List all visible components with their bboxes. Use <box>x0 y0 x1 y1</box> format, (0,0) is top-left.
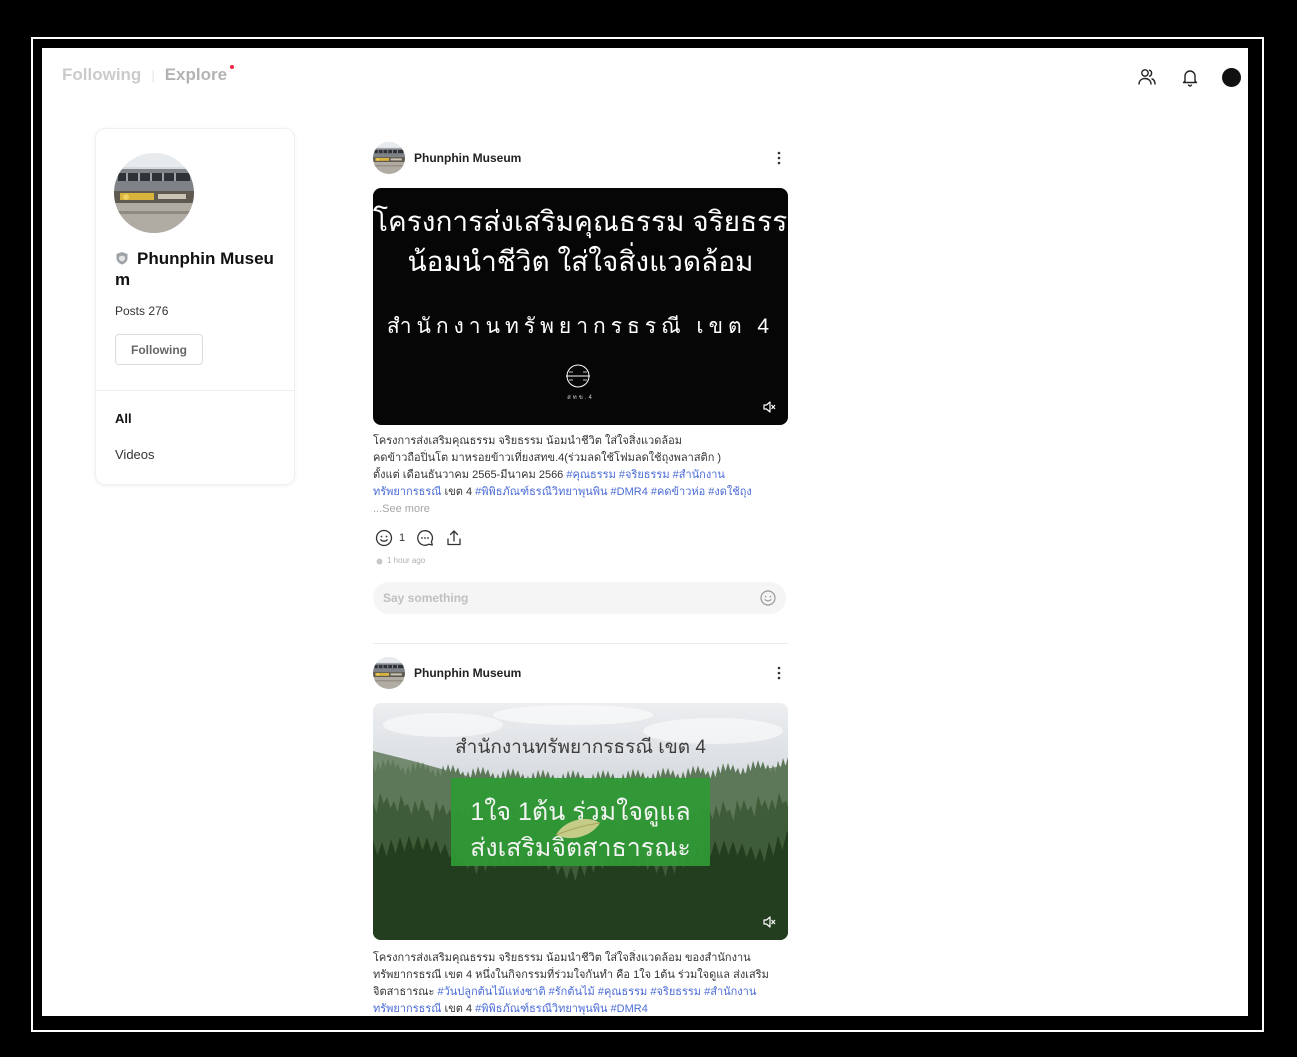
posts-count: 276 <box>148 304 169 318</box>
reaction-count: 1 <box>399 532 406 544</box>
caption-text: คดข้าวถือปิ่นโต มาหรอยข้าวเที่ยงสทข.4(ร่… <box>373 452 722 464</box>
caption-text: เขต 4 <box>441 1003 476 1015</box>
video-title-line: โครงการส่งเสริมคุณธรรม จริยธรรม <box>373 206 788 237</box>
app-window: Following | Explore Phunphin Museum Post… <box>42 48 1248 1016</box>
more-options-icon[interactable] <box>776 151 782 165</box>
profile-card: Phunphin Museum Posts 276 Following All … <box>95 128 295 485</box>
posts-label: Posts <box>115 304 146 318</box>
emoji-icon[interactable] <box>759 589 777 607</box>
agency-logo-icon <box>565 363 591 389</box>
caption-text: โครงการส่งเสริมคุณธรรม จริยธรรม น้อมนำชี… <box>373 435 682 447</box>
profile-post-count: Posts 276 <box>115 304 168 318</box>
hashtag-link[interactable]: #พิพิธภัณฑ์ธรณีวิทยาพุนพิน #DMR4 <box>475 1003 648 1015</box>
caption-line: ทรัพยากรธรณี เขต 4 #พิพิธภัณฑ์ธรณีวิทยาพ… <box>373 484 788 501</box>
shield-icon <box>115 251 129 265</box>
comment-icon[interactable] <box>416 529 434 547</box>
card-divider <box>96 390 294 391</box>
caption-text: โครงการส่งเสริมคุณธรรม จริยธรรม น้อมนำชี… <box>373 952 751 964</box>
mute-icon[interactable] <box>762 915 776 929</box>
see-more-link[interactable]: ...See more <box>373 501 788 518</box>
filter-all[interactable]: All <box>115 410 132 428</box>
caption-text: ตั้งแต่ เดือนธันวาคม 2565-มีนาคม 2566 <box>373 469 567 481</box>
filter-videos[interactable]: Videos <box>115 446 155 464</box>
video-overlay-title: สำนักงานทรัพยากรธรณี เขต 4 <box>455 737 706 758</box>
post-caption: โครงการส่งเสริมคุณธรรม จริยธรรม น้อมนำชี… <box>373 950 788 1016</box>
hashtag-link[interactable]: ทรัพยากรธรณี <box>373 486 441 498</box>
post-author-avatar[interactable] <box>373 657 405 689</box>
caption-line: ทรัพยากรธรณี เขต 4 หนึ่งในกิจกรรมที่ร่วม… <box>373 967 788 984</box>
video-title-line: น้อมนำชีวิต ใส่ใจสิ่งแวดล้อม <box>407 246 754 277</box>
post-author-name[interactable]: Phunphin Museum <box>414 151 521 165</box>
profile-name: Phunphin Museum <box>115 248 278 290</box>
user-avatar[interactable] <box>1222 68 1241 87</box>
timestamp-text: 1 hour ago <box>387 556 426 565</box>
hashtag-link[interactable]: #คุณธรรม #จริยธรรม #สำนักงาน <box>566 469 725 481</box>
caption-line: คดข้าวถือปิ่นโต มาหรอยข้าวเที่ยงสทข.4(ร่… <box>373 450 788 467</box>
post-divider <box>373 643 788 644</box>
notification-dot <box>230 65 235 69</box>
video-player[interactable]: สำนักงานทรัพยากรธรณี เขต 4 1ใจ 1ต้น ร่วม… <box>373 703 788 940</box>
post-author-name[interactable]: Phunphin Museum <box>414 666 521 680</box>
bell-icon[interactable] <box>1180 67 1200 87</box>
smile-icon[interactable] <box>375 529 393 547</box>
mute-icon[interactable] <box>762 400 776 414</box>
tab-separator: | <box>151 67 155 83</box>
video-title-overlay: โครงการส่งเสริมคุณธรรม จริยธรรม น้อมนำชี… <box>373 202 788 282</box>
caption-text: เขต 4 <box>441 486 476 498</box>
video-subtitle: สำนักงานทรัพยากรธรณี เขต 4 <box>386 315 775 338</box>
hashtag-link[interactable]: #พิพิธภัณฑ์ธรณีวิทยาพุนพิน #DMR4 #คดข้าว… <box>475 486 752 498</box>
video-player[interactable]: โครงการส่งเสริมคุณธรรม จริยธรรม น้อมนำชี… <box>373 188 788 425</box>
friends-icon[interactable] <box>1137 67 1157 87</box>
top-nav: Following | Explore <box>62 64 235 86</box>
caption-text: ทรัพยากรธรณี เขต 4 หนึ่งในกิจกรรมที่ร่วม… <box>373 969 769 981</box>
hashtag-link[interactable]: ทรัพยากรธรณี <box>373 1003 441 1015</box>
post-actions: 1 <box>373 529 493 547</box>
caption-line: ทรัพยากรธรณี เขต 4 #พิพิธภัณฑ์ธรณีวิทยาพ… <box>373 1001 788 1016</box>
caption-text: จิตสาธารณะ <box>373 986 438 998</box>
post-feed: Phunphin Museum โครงการส่งเสริมคุณธรรม จ… <box>373 48 788 1016</box>
following-button[interactable]: Following <box>115 334 203 365</box>
logo-label: สทข.4 <box>567 395 594 401</box>
post-timestamp: 1 hour ago <box>376 556 425 566</box>
caption-line: จิตสาธารณะ #วันปลูกต้นไม้แห่งชาติ #รักต้… <box>373 984 788 1001</box>
profile-avatar[interactable] <box>114 153 194 233</box>
share-icon[interactable] <box>445 529 463 547</box>
profile-name-text: Phunphin Museum <box>115 249 274 289</box>
post-caption: โครงการส่งเสริมคุณธรรม จริยธรรม น้อมนำชี… <box>373 433 788 518</box>
leaf-graphic <box>553 815 603 843</box>
tab-explore[interactable]: Explore <box>164 65 235 85</box>
caption-line: ตั้งแต่ เดือนธันวาคม 2565-มีนาคม 2566 #ค… <box>373 467 788 484</box>
comment-box <box>373 582 786 614</box>
comment-input[interactable] <box>383 582 743 614</box>
hashtag-link[interactable]: #วันปลูกต้นไม้แห่งชาติ #รักต้นไม้ #คุณธร… <box>437 986 756 998</box>
post-author-avatar[interactable] <box>373 142 405 174</box>
caption-line: โครงการส่งเสริมคุณธรรม จริยธรรม น้อมนำชี… <box>373 433 788 450</box>
globe-icon <box>376 558 383 565</box>
tab-explore-label: Explore <box>164 65 228 84</box>
more-options-icon[interactable] <box>776 666 782 680</box>
tab-following[interactable]: Following <box>62 65 141 85</box>
caption-line: โครงการส่งเสริมคุณธรรม จริยธรรม น้อมนำชี… <box>373 950 788 967</box>
